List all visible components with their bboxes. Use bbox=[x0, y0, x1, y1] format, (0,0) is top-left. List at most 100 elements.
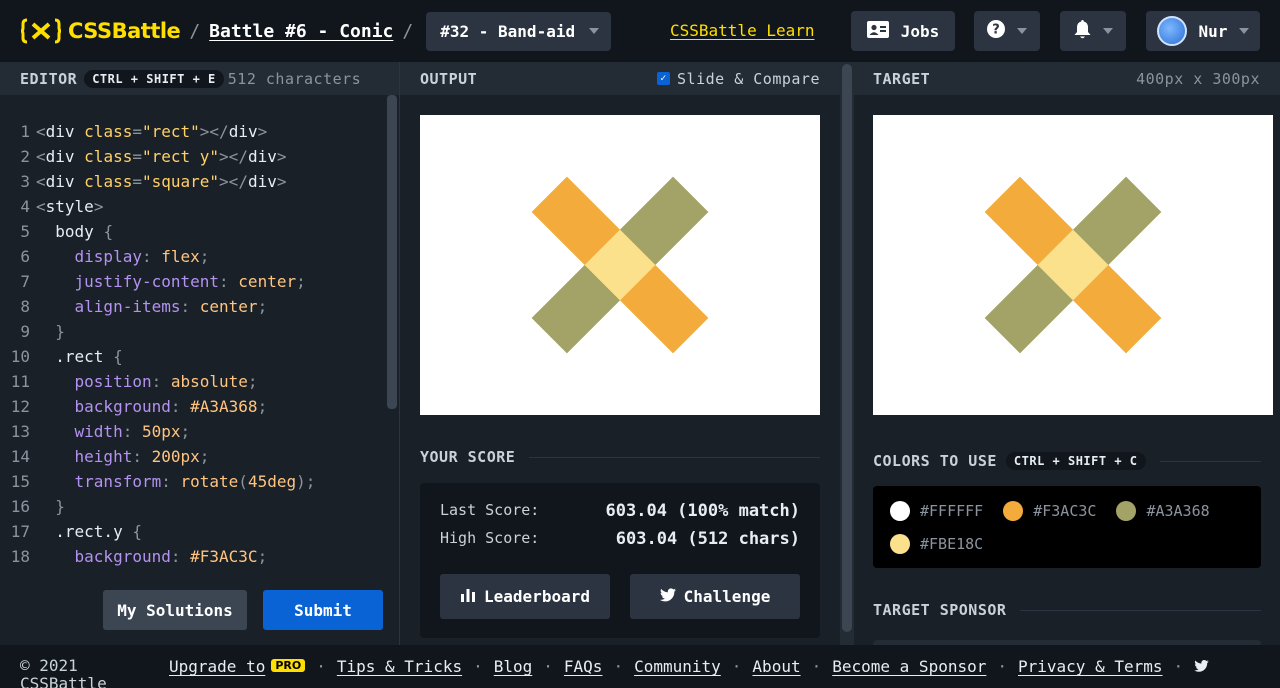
code-token: : bbox=[170, 547, 191, 566]
battle-link[interactable]: Battle #6 - Conic bbox=[209, 21, 393, 42]
avatar bbox=[1156, 16, 1187, 46]
chevron-down-icon bbox=[1239, 28, 1250, 34]
color-swatch[interactable]: #FFFFFF bbox=[890, 498, 983, 523]
bell-icon bbox=[1074, 19, 1091, 43]
submit-button[interactable]: Submit bbox=[263, 590, 383, 630]
code-token: : bbox=[219, 272, 239, 291]
code-token: : bbox=[170, 397, 191, 416]
output-scrollbar[interactable] bbox=[842, 64, 852, 632]
slide-compare-checkbox[interactable]: ✓ bbox=[657, 72, 671, 85]
your-score-heading: YOUR SCORE bbox=[420, 448, 820, 466]
code-token: 200px bbox=[151, 447, 200, 466]
code-area[interactable]: 1 < div class = "rect" ></div >2 < div class = "re… bbox=[0, 119, 385, 569]
slide-compare-toggle[interactable]: ✓ Slide & Compare bbox=[657, 70, 820, 88]
code-token: = bbox=[132, 172, 142, 191]
code-line[interactable]: 2 < div class = "rect y" ></div > bbox=[0, 144, 385, 169]
cssbattle-learn-link[interactable]: CSSBattle Learn bbox=[670, 21, 815, 40]
line-number: 5 bbox=[20, 222, 30, 241]
footer-link-about[interactable]: About bbox=[752, 657, 800, 676]
colors-heading: COLORS TO USE CTRL + SHIFT + C bbox=[873, 452, 1261, 470]
editor-title: EDITOR bbox=[20, 69, 78, 88]
code-token: ; bbox=[257, 297, 268, 316]
code-token: { bbox=[103, 222, 114, 241]
code-token: { bbox=[132, 522, 142, 541]
target-dimensions: 400px x 300px bbox=[1136, 69, 1260, 88]
line-number: 10 bbox=[10, 347, 30, 366]
code-line[interactable]: 14 height: 200px; bbox=[0, 444, 385, 469]
code-token: absolute bbox=[170, 372, 248, 391]
code-line[interactable]: 17 .rect.y { bbox=[0, 519, 385, 544]
code-line[interactable]: 4 < style > bbox=[0, 194, 385, 219]
user-menu-button[interactable]: Nur bbox=[1146, 11, 1260, 51]
leaderboard-button[interactable]: Leaderboard bbox=[440, 574, 610, 619]
footer-link-privacy[interactable]: Privacy & Terms bbox=[1018, 657, 1163, 676]
code-token: rotate bbox=[180, 472, 239, 491]
footer: © 2021 CSSBattle Upgrade to PRO · Tips & Tr… bbox=[0, 645, 1280, 688]
help-menu-button[interactable]: ? bbox=[974, 11, 1040, 51]
code-token: : bbox=[122, 422, 142, 441]
code-token: : bbox=[180, 297, 200, 316]
code-token: class bbox=[84, 147, 133, 166]
color-swatch[interactable]: #A3A368 bbox=[1116, 498, 1210, 523]
line-number: 15 bbox=[10, 472, 30, 491]
color-swatch[interactable]: #FBE18C bbox=[890, 531, 983, 556]
code-token: < bbox=[36, 147, 46, 166]
color-swatch[interactable]: #F3AC3C bbox=[1003, 498, 1096, 523]
color-hex: #FFFFFF bbox=[920, 501, 984, 520]
cssbattle-logo[interactable]: CSSBattle bbox=[20, 18, 181, 44]
code-line[interactable]: 8 align-items: center; bbox=[0, 294, 385, 319]
code-token: position bbox=[36, 372, 152, 391]
code-token: : bbox=[141, 247, 162, 266]
twitter-icon[interactable] bbox=[1194, 657, 1209, 676]
code-token: "rect y" bbox=[141, 147, 220, 166]
footer-link-sponsor[interactable]: Become a Sponsor bbox=[832, 657, 986, 676]
high-score-row: High Score: 603.04 (512 chars) bbox=[440, 529, 800, 549]
notifications-button[interactable] bbox=[1060, 11, 1126, 51]
challenge-button[interactable]: Challenge bbox=[630, 574, 800, 619]
code-line[interactable]: 6 display: flex; bbox=[0, 244, 385, 269]
code-token: ></ bbox=[219, 147, 248, 166]
code-line[interactable]: 9 } bbox=[0, 319, 385, 344]
code-editor[interactable]: 1 < div class = "rect" ></div >2 < div class = "re… bbox=[0, 95, 399, 645]
code-token: ; bbox=[257, 397, 268, 416]
color-hex: #FBE18C bbox=[920, 534, 984, 553]
code-line[interactable]: 11 position: absolute; bbox=[0, 369, 385, 394]
code-token: } bbox=[36, 497, 65, 516]
code-line[interactable]: 5 body { bbox=[0, 219, 385, 244]
line-number: 8 bbox=[20, 297, 30, 316]
footer-link-community[interactable]: Community bbox=[634, 657, 721, 676]
chevron-down-icon bbox=[589, 28, 600, 34]
editor-scrollbar[interactable] bbox=[387, 95, 397, 409]
code-line[interactable]: 7 justify-content: center; bbox=[0, 269, 385, 294]
footer-link-blog[interactable]: Blog bbox=[494, 657, 533, 676]
bar-chart-icon bbox=[460, 587, 476, 606]
code-line[interactable]: 13 width: 50px; bbox=[0, 419, 385, 444]
jobs-button[interactable]: Jobs bbox=[851, 11, 955, 51]
code-line[interactable]: 3 < div class = "square" ></div > bbox=[0, 169, 385, 194]
footer-link-faqs[interactable]: FAQs bbox=[564, 657, 603, 676]
output-canvas[interactable] bbox=[420, 115, 820, 415]
footer-link-upgrade[interactable]: Upgrade to bbox=[169, 657, 265, 676]
code-line[interactable]: 10 .rect { bbox=[0, 344, 385, 369]
my-solutions-button[interactable]: My Solutions bbox=[103, 590, 247, 630]
code-line[interactable]: 12 background: #A3A368; bbox=[0, 394, 385, 419]
code-token: ; bbox=[180, 422, 191, 441]
code-token: = bbox=[132, 147, 142, 166]
line-number: 12 bbox=[10, 397, 30, 416]
line-number: 3 bbox=[20, 172, 30, 191]
code-line[interactable]: 16 } bbox=[0, 494, 385, 519]
challenge-select[interactable]: #32 - Band-aid bbox=[426, 11, 612, 51]
code-token: > bbox=[276, 147, 287, 166]
line-number: 17 bbox=[10, 522, 30, 541]
pro-badge: PRO bbox=[271, 659, 306, 672]
section-divider bbox=[1159, 460, 1261, 462]
last-score-label: Last Score: bbox=[440, 501, 540, 519]
code-line[interactable]: 18 background: #F3AC3C; bbox=[0, 544, 385, 569]
breadcrumb-separator: / bbox=[402, 20, 414, 42]
code-line[interactable]: 15 transform: rotate(45deg); bbox=[0, 469, 385, 494]
footer-link-tips[interactable]: Tips & Tricks bbox=[337, 657, 462, 676]
code-line[interactable]: 1 < div class = "rect" ></div > bbox=[0, 119, 385, 144]
code-token: div bbox=[45, 172, 85, 191]
code-token: center bbox=[199, 297, 258, 316]
code-token: div bbox=[45, 147, 85, 166]
